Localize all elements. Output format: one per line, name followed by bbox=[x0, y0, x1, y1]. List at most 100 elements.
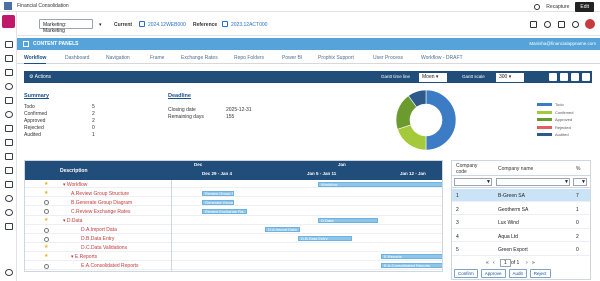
gantt-task-bar[interactable]: Generate Group D... bbox=[202, 199, 234, 205]
tab-prophix-support[interactable]: Prophix Support bbox=[318, 55, 354, 61]
tab-exchange-rates[interactable]: Exchange Rates bbox=[181, 55, 218, 61]
current-period-link[interactable]: 2024.12WEB000 bbox=[148, 22, 186, 28]
document-icon[interactable] bbox=[571, 72, 579, 81]
layers-icon[interactable] bbox=[5, 153, 13, 160]
donut-slice-confirmed[interactable] bbox=[397, 124, 427, 151]
actions-menu[interactable]: ⚙ Actions bbox=[29, 74, 51, 80]
gantt-row[interactable]: D.B.Data Entry D.B.Data Entry bbox=[25, 235, 442, 243]
product-logo-icon[interactable] bbox=[2, 15, 15, 28]
help-icon[interactable] bbox=[544, 21, 551, 28]
star-icon[interactable]: ★ bbox=[44, 245, 49, 250]
company-row[interactable]: 4 Aqua Ltd 2 bbox=[452, 230, 590, 242]
tab-frame[interactable]: Frame bbox=[150, 55, 164, 61]
gantt-row[interactable]: C.Review Exchange Rates Review Exchange R… bbox=[25, 207, 442, 216]
chevron-down-icon[interactable]: ▾ bbox=[99, 22, 102, 28]
gantt-row[interactable]: ★ D.C.Data Validations bbox=[25, 244, 442, 252]
hierarchy-icon[interactable] bbox=[5, 69, 13, 76]
grid-icon[interactable] bbox=[530, 21, 537, 28]
company-row[interactable]: 2 Geotherm SA 1 bbox=[452, 203, 590, 215]
calendar-icon[interactable] bbox=[139, 21, 145, 27]
dimension-select[interactable]: Marketing: Marketing bbox=[39, 19, 93, 34]
confirm-button[interactable]: Confirm bbox=[454, 269, 478, 278]
calendar-icon[interactable] bbox=[222, 21, 228, 27]
reference-period-link[interactable]: 2023.12ACT000 bbox=[231, 22, 267, 28]
gantt-row[interactable]: ★ A.Review Group Structure Review Group St… bbox=[25, 189, 442, 198]
database-icon[interactable] bbox=[5, 97, 13, 104]
next-page-icon[interactable]: › bbox=[526, 260, 528, 266]
last-page-icon[interactable]: » bbox=[532, 260, 535, 266]
status-circle-icon[interactable] bbox=[44, 200, 49, 206]
tab-repo-folders[interactable]: Repo Folders bbox=[234, 55, 264, 61]
star-icon[interactable]: ★ bbox=[44, 254, 49, 259]
recapture-link[interactable]: Recapture bbox=[546, 4, 569, 10]
company-row[interactable]: 5 Green Export 0 bbox=[452, 243, 590, 256]
gantt-task-bar[interactable]: Workflow bbox=[318, 181, 442, 187]
gantt-row[interactable]: B.Generate Group Diagram Generate Group D… bbox=[25, 198, 442, 207]
gantt-scale-select[interactable]: 300 ▾ bbox=[496, 72, 524, 82]
gantt-task-bar[interactable]: D.Data bbox=[318, 217, 378, 223]
recapture-icon[interactable] bbox=[534, 4, 541, 10]
sidebar bbox=[0, 12, 17, 281]
gantt-row[interactable]: E.A.Consolidated Reports E.A.Consolidated… bbox=[25, 262, 442, 271]
tab-workflow-draft[interactable]: Workflow - DRAFT bbox=[421, 55, 463, 61]
code-filter-input[interactable]: ▼ bbox=[454, 178, 492, 186]
notification-icon[interactable] bbox=[558, 21, 565, 28]
first-page-icon[interactable]: « bbox=[486, 260, 489, 266]
gantt-row[interactable]: D.A.Import Data D.A.Import Data bbox=[25, 226, 442, 234]
gantt-row[interactable]: ★ ▾ D.Data D.Data bbox=[25, 216, 442, 225]
gantt-task-bar[interactable]: Review Group Str... bbox=[202, 190, 234, 196]
transfer-icon[interactable] bbox=[5, 167, 13, 174]
gantt-task-bar[interactable]: D.A.Import Data bbox=[265, 227, 300, 232]
name-filter-input[interactable]: ▼ bbox=[496, 178, 570, 186]
settings-icon[interactable] bbox=[5, 83, 13, 90]
user-icon[interactable] bbox=[5, 111, 13, 118]
status-circle-icon[interactable] bbox=[44, 209, 49, 215]
tab-dashboard[interactable]: Dashboard bbox=[65, 55, 89, 61]
help-icon[interactable] bbox=[5, 209, 13, 216]
comment-icon[interactable] bbox=[549, 72, 557, 81]
percent-filter-input[interactable]: ▼ bbox=[573, 178, 587, 186]
status-circle-icon[interactable] bbox=[44, 236, 49, 242]
gantt-row[interactable]: ★ ▾ Workflow Workflow bbox=[25, 180, 442, 189]
star-icon[interactable]: ★ bbox=[44, 181, 49, 187]
gantt-task-bar[interactable]: E.A.Consolidated Reports bbox=[381, 263, 442, 269]
audit-button[interactable]: Audit bbox=[508, 269, 527, 278]
prev-page-icon[interactable]: ‹ bbox=[493, 260, 495, 266]
tree-icon[interactable] bbox=[5, 125, 13, 132]
gantt-row[interactable]: ★ ▾ E.Reports E.Reports bbox=[25, 253, 442, 262]
gear-icon[interactable] bbox=[5, 195, 13, 202]
gantt-task-bar[interactable]: Review Exchange Ra... bbox=[202, 208, 247, 214]
report-icon[interactable] bbox=[5, 139, 13, 146]
tab-workflow[interactable]: Workflow bbox=[24, 55, 47, 64]
percent-header[interactable]: % bbox=[576, 166, 580, 172]
page-input[interactable]: 1 bbox=[500, 259, 511, 267]
company-row[interactable]: 1 B-Green SA 7 bbox=[452, 189, 590, 202]
status-circle-icon[interactable] bbox=[44, 227, 49, 233]
avatar[interactable] bbox=[585, 19, 595, 29]
company-percent-cell: 0 bbox=[576, 247, 579, 253]
power-icon[interactable] bbox=[5, 269, 13, 276]
gantt-task-bar[interactable]: E.Reports bbox=[381, 254, 442, 260]
approve-button[interactable]: Approve bbox=[480, 269, 506, 278]
home-icon[interactable] bbox=[5, 41, 13, 48]
star-icon[interactable]: ★ bbox=[44, 190, 49, 196]
admin-icon[interactable] bbox=[5, 223, 13, 230]
status-circle-icon[interactable] bbox=[44, 263, 49, 269]
company-name-header[interactable]: Company name bbox=[498, 166, 533, 172]
company-row[interactable]: 3 Lux Wind 0 bbox=[452, 216, 590, 229]
reject-button[interactable]: Reject bbox=[529, 269, 551, 278]
list-icon[interactable] bbox=[560, 72, 568, 81]
chart-icon[interactable] bbox=[5, 55, 13, 62]
tab-power-bi[interactable]: Power BI bbox=[282, 55, 302, 61]
donut-slice-todo[interactable] bbox=[425, 89, 457, 151]
calculator-icon[interactable] bbox=[5, 181, 13, 188]
gantt-task-bar[interactable]: D.B.Data Entry bbox=[298, 236, 352, 242]
star-icon[interactable]: ★ bbox=[44, 217, 49, 223]
gantt-timeline-select[interactable]: Moen ▾ bbox=[419, 72, 447, 82]
tab-user-process[interactable]: User Process bbox=[373, 55, 403, 61]
export-icon[interactable] bbox=[582, 72, 590, 81]
company-code-header[interactable]: Company code bbox=[456, 163, 486, 175]
tab-navigation[interactable]: Navigation bbox=[106, 55, 130, 61]
edit-button[interactable]: Edit bbox=[575, 2, 594, 12]
settings-icon[interactable] bbox=[572, 21, 579, 28]
